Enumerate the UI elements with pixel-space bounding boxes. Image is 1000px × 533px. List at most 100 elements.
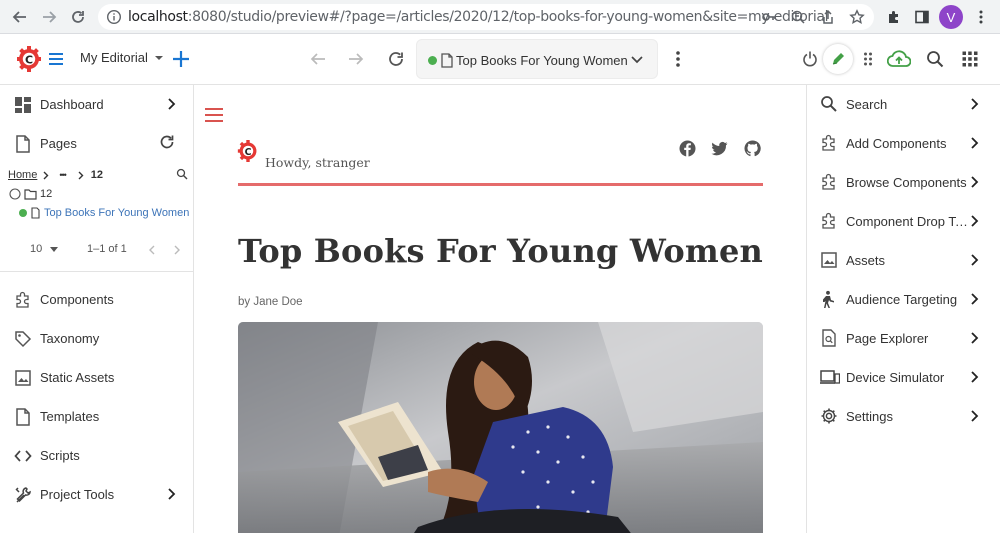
chevron-right-icon [970, 97, 980, 111]
share-icon[interactable] [820, 9, 836, 28]
extensions-icon[interactable] [883, 6, 905, 28]
breadcrumb-home[interactable]: Home [8, 169, 37, 181]
puzzle-icon [820, 212, 838, 230]
browser-chrome: localhost:8080/studio/preview#/?page=/ar… [0, 0, 1000, 34]
tool-assets[interactable]: Assets [807, 241, 1000, 280]
site-logo-icon[interactable]: C [237, 138, 259, 164]
preview-frame: C Howdy, stranger Top Books For Young Wo… [195, 86, 806, 533]
facebook-icon[interactable] [679, 140, 696, 157]
profile-avatar[interactable]: V [939, 5, 963, 29]
drag-grid-icon[interactable] [858, 49, 878, 69]
nav-label: Static Assets [40, 370, 115, 385]
nav-scripts[interactable]: Scripts [0, 436, 193, 475]
page-range: 1–1 of 1 [87, 243, 127, 255]
refresh-icon[interactable] [67, 6, 89, 28]
zoom-icon[interactable] [790, 9, 806, 28]
tool-label: Search [846, 97, 888, 112]
tool-settings[interactable]: Settings [807, 397, 1000, 436]
nav-taxonomy[interactable]: Taxonomy [0, 319, 193, 358]
tool-add-components[interactable]: Add Components [807, 124, 1000, 163]
chevron-right-icon [43, 171, 49, 179]
nav-dashboard[interactable]: Dashboard [0, 85, 193, 124]
image-icon [820, 251, 838, 269]
sidebar-icon[interactable] [911, 6, 933, 28]
power-icon[interactable] [800, 49, 820, 69]
person-icon [820, 290, 838, 308]
prev-page-icon[interactable] [149, 245, 155, 255]
tool-browse-components[interactable]: Browse Components [807, 163, 1000, 202]
star-icon[interactable] [849, 9, 865, 28]
tree-folder-row[interactable]: 12 [9, 188, 52, 200]
tree-page-row[interactable]: Top Books For Young Women [19, 207, 189, 219]
chevron-right-icon [78, 171, 84, 179]
nav-static-assets[interactable]: Static Assets [0, 358, 193, 397]
chevron-right-icon [167, 487, 177, 501]
tag-icon [14, 330, 32, 348]
breadcrumb-ellipsis[interactable]: ••• [59, 170, 67, 180]
crafter-logo-icon[interactable]: C [16, 45, 42, 73]
status-dot [19, 209, 27, 217]
chevron-right-icon [970, 370, 980, 384]
github-icon[interactable] [744, 140, 761, 157]
add-content-icon[interactable] [171, 49, 191, 69]
nav-pages[interactable]: Pages [0, 124, 193, 163]
nav-project-tools[interactable]: Project Tools [0, 475, 193, 514]
current-page-label: Top Books For Young Women [456, 53, 628, 68]
url-path: :8080/studio/preview#/?page=/articles/20… [187, 9, 829, 25]
tool-label: Page Explorer [846, 331, 929, 346]
nav-templates[interactable]: Templates [0, 397, 193, 436]
caret-down-icon [154, 55, 163, 60]
tool-device-simulator[interactable]: Device Simulator [807, 358, 1000, 397]
chevron-right-icon [970, 136, 980, 150]
twitter-icon[interactable] [711, 140, 728, 157]
menu-icon[interactable] [47, 50, 65, 68]
info-icon[interactable] [106, 9, 122, 28]
edit-mode-toggle[interactable] [823, 44, 853, 74]
document-icon [31, 207, 40, 219]
search-icon[interactable] [925, 49, 945, 69]
tool-search[interactable]: Search [807, 85, 1000, 124]
breadcrumb-current[interactable]: 12 [91, 169, 103, 181]
url-host: localhost [128, 9, 188, 25]
back-arrow-icon[interactable] [9, 6, 31, 28]
chevron-right-icon [167, 97, 177, 111]
greeting-text: Howdy, stranger [265, 155, 370, 170]
tool-page-explorer[interactable]: Page Explorer [807, 319, 1000, 358]
puzzle-icon [14, 291, 32, 309]
tool-component-drop-targets[interactable]: Component Drop Targets [807, 202, 1000, 241]
preview-back-icon[interactable] [308, 49, 328, 69]
file-icon [14, 408, 32, 426]
key-icon[interactable] [761, 9, 777, 28]
pencil-icon [832, 53, 844, 65]
file-icon [14, 135, 32, 153]
code-icon [14, 447, 32, 465]
nav-components[interactable]: Components [0, 280, 193, 319]
preview-refresh-icon[interactable] [386, 49, 406, 69]
tool-label: Add Components [846, 136, 947, 151]
site-name: My Editorial [80, 50, 148, 65]
search-icon[interactable] [176, 168, 188, 183]
next-page-icon[interactable] [174, 245, 180, 255]
more-vertical-icon[interactable] [668, 49, 688, 69]
preview-forward-icon[interactable] [346, 49, 366, 69]
forward-arrow-icon[interactable] [38, 6, 60, 28]
document-icon [441, 53, 453, 71]
radio-icon[interactable] [9, 188, 21, 200]
header-divider [238, 183, 763, 186]
tree-page-label: Top Books For Young Women [44, 207, 190, 219]
tool-label: Device Simulator [846, 370, 945, 385]
chrome-menu-icon[interactable] [970, 6, 992, 28]
gear-icon [820, 407, 838, 425]
refresh-icon[interactable] [159, 134, 175, 153]
apps-grid-icon[interactable] [960, 49, 980, 69]
page-size-value[interactable]: 10 [30, 243, 42, 255]
site-selector[interactable]: My Editorial [80, 50, 164, 65]
chevron-right-icon [970, 214, 980, 228]
chevron-down-icon[interactable] [630, 52, 644, 69]
page-address-box[interactable]: Top Books For Young Women [416, 39, 658, 79]
tool-audience-targeting[interactable]: Audience Targeting [807, 280, 1000, 319]
publish-cloud-icon[interactable] [887, 48, 911, 70]
caret-down-icon[interactable] [50, 247, 58, 253]
address-bar[interactable]: localhost:8080/studio/preview#/?page=/ar… [98, 4, 874, 30]
site-menu-icon[interactable] [205, 108, 223, 124]
